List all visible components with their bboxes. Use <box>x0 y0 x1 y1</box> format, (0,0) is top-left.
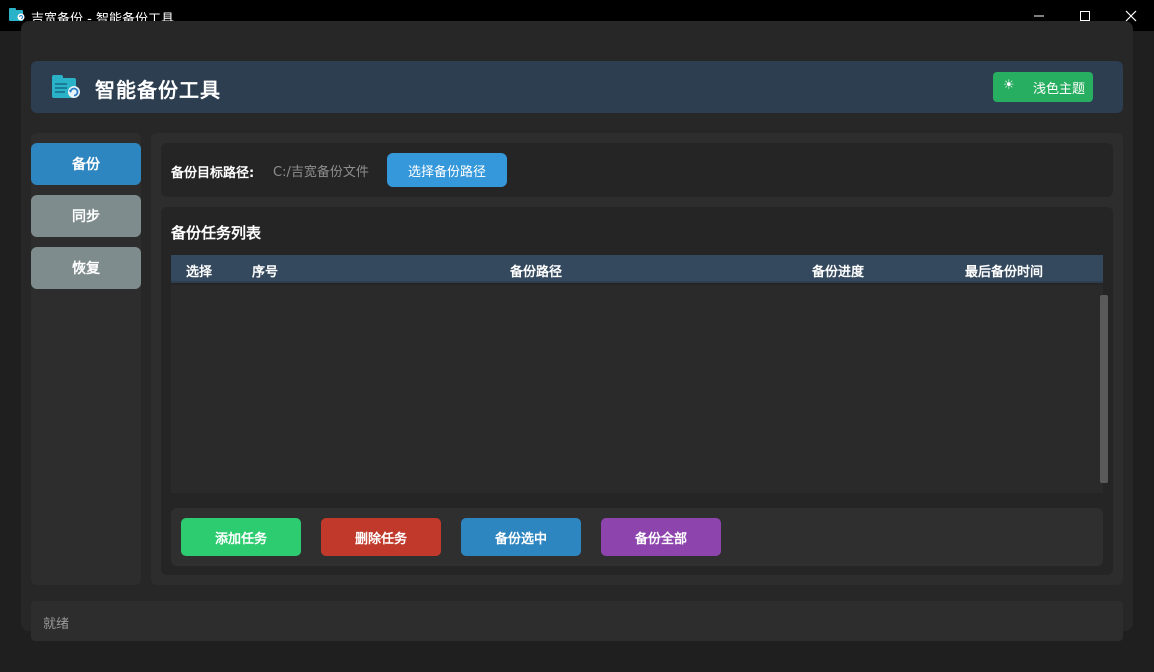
maximize-icon <box>1080 10 1090 21</box>
status-bar: 就绪 <box>31 601 1123 641</box>
delete-task-button[interactable]: 删除任务 <box>321 518 441 556</box>
action-bar: 添加任务 删除任务 备份选中 备份全部 <box>171 508 1103 566</box>
column-header-select[interactable]: 选择 <box>186 261 212 280</box>
choose-path-button[interactable]: 选择备份路径 <box>387 153 507 187</box>
column-header-progress[interactable]: 备份进度 <box>812 261 864 280</box>
sun-icon: ☀ <box>1003 78 1015 93</box>
app-icon <box>9 8 25 21</box>
nav-restore-button[interactable]: 恢复 <box>31 247 141 289</box>
column-header-path[interactable]: 备份路径 <box>510 261 562 280</box>
add-task-button[interactable]: 添加任务 <box>181 518 301 556</box>
app-title: 智能备份工具 <box>95 78 221 102</box>
nav-sync-button[interactable]: 同步 <box>31 195 141 237</box>
backup-path-value: C:/吉宽备份文件 <box>273 165 369 180</box>
close-icon <box>1125 10 1137 21</box>
folder-sync-icon <box>52 75 80 98</box>
task-list-title: 备份任务列表 <box>171 224 262 242</box>
column-header-index[interactable]: 序号 <box>252 261 278 280</box>
minimize-icon <box>1034 15 1044 16</box>
backup-path-label: 备份目标路径: <box>171 166 255 181</box>
backup-path-row: 备份目标路径: C:/吉宽备份文件 选择备份路径 <box>161 143 1113 197</box>
vertical-scrollbar[interactable] <box>1100 295 1108 483</box>
task-table-header: 选择 序号 备份路径 备份进度 最后备份时间 <box>171 255 1103 283</box>
light-theme-button[interactable]: ☀ 浅色主题 <box>993 72 1093 102</box>
nav-backup-button[interactable]: 备份 <box>31 143 141 185</box>
task-list-section: 备份任务列表 选择 序号 备份路径 备份进度 最后备份时间 添加任务 删除任务 … <box>161 207 1113 575</box>
task-table-body[interactable] <box>171 285 1108 493</box>
status-text: 就绪 <box>43 617 70 632</box>
column-header-last-time[interactable]: 最后备份时间 <box>965 261 1043 280</box>
theme-button-label: 浅色主题 <box>1033 82 1086 97</box>
backup-all-button[interactable]: 备份全部 <box>601 518 721 556</box>
backup-selected-button[interactable]: 备份选中 <box>461 518 581 556</box>
app-header: 智能备份工具 ☀ 浅色主题 <box>31 61 1123 113</box>
